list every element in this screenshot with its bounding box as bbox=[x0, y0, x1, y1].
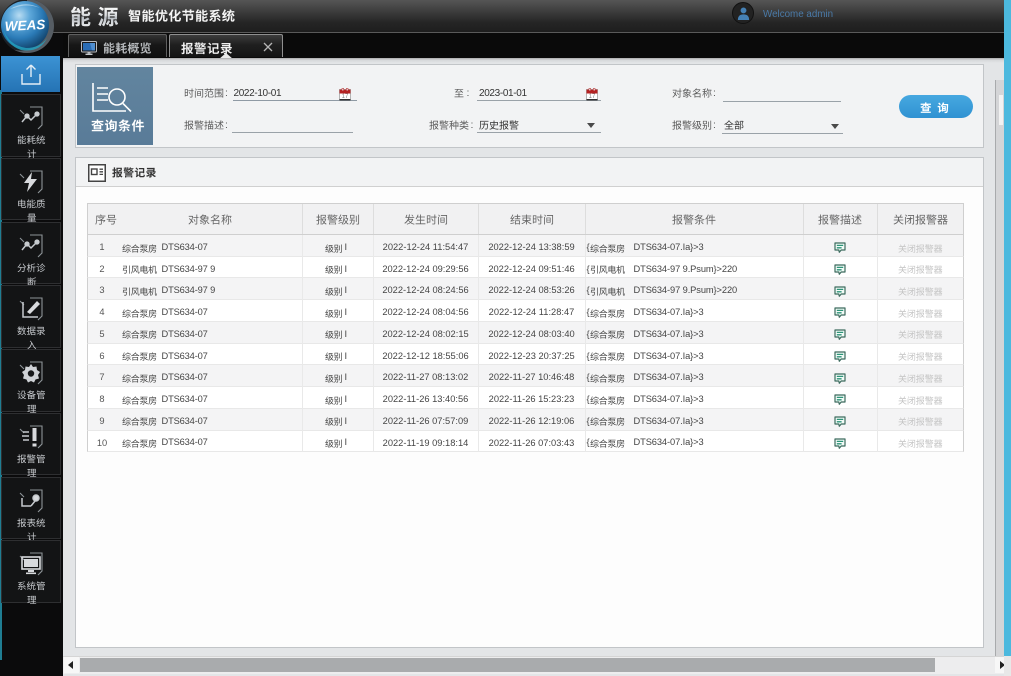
svg-text:WEAS: WEAS bbox=[4, 17, 45, 34]
